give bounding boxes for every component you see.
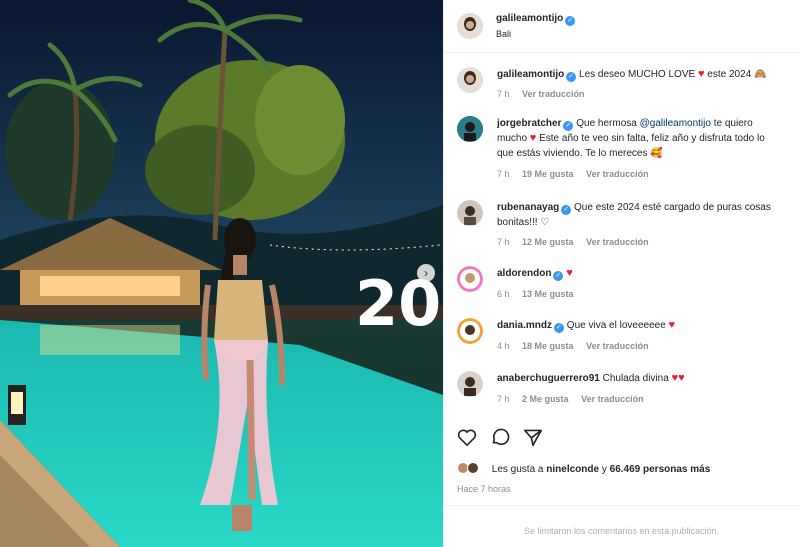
avatar[interactable] (457, 116, 483, 142)
comment-time: 4 h (497, 341, 510, 351)
post-side-panel: galileamontijo ✓ Bali galileamontijo ✓ Les… (443, 0, 800, 547)
comment-author[interactable]: anaberchuguerrero91 (497, 373, 600, 384)
list-item: anaberchuguerrero91 Chulada divina ♥♥ 7 … (457, 371, 800, 409)
liker-avatars (457, 462, 483, 474)
heart-emoji: ♥ (697, 68, 705, 80)
heart-emoji: ♥♥ (671, 372, 685, 384)
heart-emoji: ♥ (529, 132, 537, 144)
avatar[interactable] (457, 318, 483, 344)
likes-count[interactable]: 66.469 personas más (610, 464, 711, 475)
comment-likes[interactable]: 19 Me gusta (522, 169, 574, 179)
comment-author[interactable]: rubenanayag (497, 202, 559, 213)
comment-likes[interactable]: 12 Me gusta (522, 237, 574, 247)
post-author[interactable]: galileamontijo (496, 13, 563, 24)
monkey-emoji: 🙈 (754, 69, 767, 80)
post-location[interactable]: Bali (496, 29, 511, 39)
see-translation-link[interactable]: Ver traducción (586, 169, 649, 179)
liker-username[interactable]: ninelconde (546, 464, 599, 475)
verified-icon: ✓ (563, 121, 574, 131)
avatar[interactable] (457, 200, 483, 226)
comments-limited-notice: Se limitaron los comentarios en esta pub… (524, 526, 720, 536)
share-icon[interactable] (523, 428, 543, 449)
comment-text: te quiero (713, 118, 753, 129)
comment-time: 7 h (497, 237, 510, 247)
comment-text: Chulada divina (602, 373, 669, 384)
verified-icon: ✓ (553, 271, 564, 281)
list-item: galileamontijo ✓ Les deseo MUCHO LOVE ♥ e… (457, 67, 800, 101)
comment-author[interactable]: aldorendon (497, 268, 551, 279)
comment-likes[interactable]: 18 Me gusta (522, 341, 574, 351)
comment-likes[interactable]: 13 Me gusta (522, 289, 574, 299)
comment-likes[interactable]: 2 Me gusta (522, 394, 569, 404)
heart-outline-icon[interactable] (457, 428, 477, 449)
comment-text: mucho (497, 133, 528, 144)
comment-text: Que hermosa (576, 118, 637, 129)
comment-time: 7 h (497, 394, 510, 404)
list-item: dania.mndz ✓ Que viva el loveeeeee ♥ 4 h … (457, 318, 800, 356)
mention-link[interactable]: @galileamontijo (640, 118, 711, 129)
verified-icon: ✓ (566, 72, 577, 82)
avatar[interactable] (457, 67, 483, 93)
comments-footer: Se limitaron los comentarios en esta pub… (444, 505, 800, 547)
post-photo-illustration: 20 (0, 0, 443, 547)
verified-icon: ✓ (554, 323, 565, 333)
comment-time: 6 h (497, 289, 510, 299)
comment-time: 7 h (497, 89, 510, 99)
comment-text: Este año te veo sin falta, feliz año y d… (539, 133, 765, 144)
verified-icon: ✓ (565, 16, 576, 26)
see-translation-link[interactable]: Ver traducción (581, 394, 644, 404)
heart-emoji: ♥ (668, 319, 676, 331)
likes-middle: y (601, 464, 607, 475)
comment-author[interactable]: jorgebratcher (497, 118, 561, 129)
comment-text: Que viva el loveeeeee (566, 320, 666, 331)
comment-text-end: este 2024 (707, 69, 752, 80)
post-photo[interactable]: 20 › (0, 0, 443, 547)
hearts-face-emoji: 🥰 (650, 148, 663, 159)
carousel-next-icon[interactable]: › (417, 264, 435, 282)
comment-author[interactable]: galileamontijo (497, 69, 564, 80)
list-item: aldorendon ✓ ♥ 6 h 13 Me gusta (457, 266, 800, 304)
comment-time: 7 h (497, 169, 510, 179)
comment-text: bonitas!!! (497, 217, 538, 228)
comment-text: que estás viviendo. Te lo mereces (497, 148, 648, 159)
likes-summary[interactable]: Les gusta a ninelconde y 66.469 personas… (457, 462, 710, 475)
likes-prefix: Les gusta a (491, 464, 544, 475)
comment-icon[interactable] (490, 428, 510, 449)
see-translation-link[interactable]: Ver traducción (522, 89, 585, 99)
post-actions (457, 428, 553, 450)
post-header: galileamontijo ✓ Bali (444, 0, 800, 53)
list-item: jorgebratcher ✓ Que hermosa @galileamonti… (457, 116, 800, 186)
avatar[interactable] (457, 266, 483, 292)
see-translation-link[interactable]: Ver traducción (586, 237, 649, 247)
heart-emoji: ♥ (566, 267, 573, 279)
comment-text: Les deseo MUCHO LOVE (579, 69, 696, 80)
avatar[interactable] (457, 13, 483, 39)
see-translation-link[interactable]: Ver traducción (586, 341, 649, 351)
comment-text: Que este 2024 esté cargado de puras cosa… (574, 202, 771, 213)
avatar[interactable] (457, 371, 483, 397)
verified-icon: ✓ (561, 205, 572, 215)
list-item: rubenanayag ✓ Que este 2024 esté cargado … (457, 200, 800, 252)
post-time-ago: Hace 7 horas (457, 484, 511, 494)
comment-author[interactable]: dania.mndz (497, 320, 552, 331)
white-heart-emoji: ♡ (540, 217, 550, 228)
